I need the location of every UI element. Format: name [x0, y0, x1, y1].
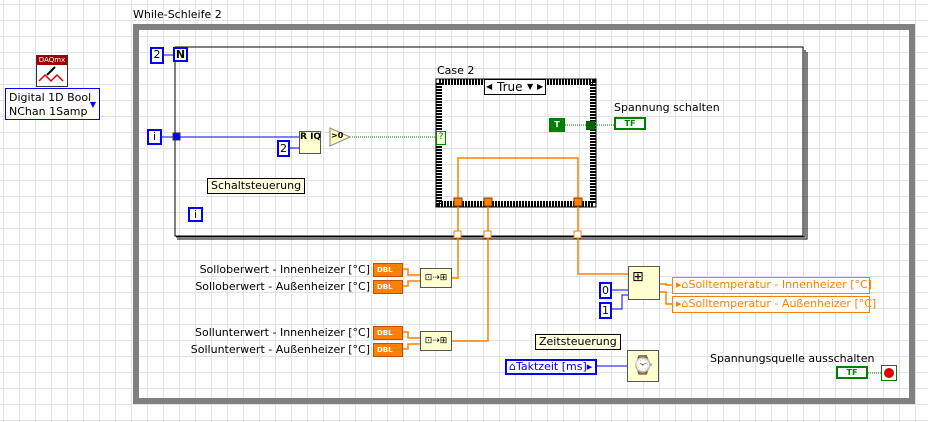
watch-icon: ⌚: [631, 355, 655, 376]
for-loop-tunnel: [172, 132, 181, 141]
case-selector[interactable]: ◀ True ▼ ▶: [484, 79, 546, 95]
loop-count-constant[interactable]: 2: [150, 47, 164, 64]
switch-indicator-label: Spannung schalten: [614, 101, 720, 114]
dropdown-arrow-icon: ▼: [89, 100, 96, 109]
local-variable-icon: ▸⌂: [676, 297, 689, 310]
control-label: Solloberwert - Innenheizer [°C]: [199, 263, 370, 276]
case-structure-frame: [436, 79, 596, 207]
compare-label: >0: [331, 131, 344, 140]
control-solloberwert-aussen[interactable]: DBL: [373, 280, 403, 294]
control-solloberwert-innen[interactable]: DBL: [373, 263, 403, 277]
control-sollunterwert-innen[interactable]: DBL: [373, 326, 403, 340]
control-label: Solloberwert - Außenheizer [°C]: [195, 280, 370, 293]
comment-schaltsteuerung: Schaltsteuerung: [207, 178, 306, 194]
for-iteration-terminal: i: [188, 207, 203, 222]
stop-boolean[interactable]: TF: [836, 366, 868, 379]
quotient-remainder-node[interactable]: R IQ: [299, 131, 321, 154]
loop-condition-terminal[interactable]: [881, 365, 897, 381]
dropdown-arrow-icon[interactable]: ▼: [527, 80, 533, 94]
daqmx-write-vi-icon[interactable]: DAQmx: [36, 55, 68, 87]
local-variable-icon: ▸⌂: [676, 278, 689, 291]
decrement-arrow-icon[interactable]: ◀: [486, 80, 492, 94]
control-label: Sollunterwert - Innenheizer [°C]: [195, 326, 370, 339]
switch-indicator[interactable]: TF: [614, 117, 646, 130]
index-1-constant[interactable]: 1: [599, 302, 612, 319]
while-iteration-terminal: i: [147, 129, 162, 145]
indicator-solltemperatur-innen[interactable]: ▸⌂Solltemperatur - Innenheizer [°C]: [672, 277, 872, 294]
taktzeit-control[interactable]: ⌂Taktzeit [ms]▸: [505, 359, 597, 375]
index-0-constant[interactable]: 0: [599, 282, 612, 299]
wait-ms-node[interactable]: ⌚: [627, 350, 659, 382]
count-terminal: N: [173, 47, 188, 62]
while-loop-label: While-Schleife 2: [133, 8, 222, 21]
build-array-node-2[interactable]: ⊡⇢⊞: [420, 331, 452, 351]
polymorphic-selector-ring[interactable]: Digital 1D Bool NChan 1Samp ▼: [5, 88, 100, 120]
for-loop-frame: [174, 46, 804, 237]
build-array-icon: ⊡⇢⊞: [424, 336, 448, 346]
array-icon: ⊞: [632, 269, 644, 285]
increment-arrow-icon[interactable]: ▶: [537, 80, 543, 94]
waveform-pencil-icon: [38, 66, 64, 83]
comment-zeitsteuerung: Zeitsteuerung: [535, 334, 621, 350]
local-variable-icon: ⌂: [509, 360, 516, 373]
case-output-tunnel: [586, 121, 595, 130]
control-sollunterwert-aussen[interactable]: DBL: [373, 343, 403, 357]
stop-label: Spannungsquelle ausschalten: [710, 352, 875, 365]
build-array-node-1[interactable]: ⊡⇢⊞: [420, 268, 452, 288]
indicator-solltemperatur-aussen[interactable]: ▸⌂Solltemperatur - Außenheizer [°C]: [672, 296, 876, 313]
control-label: Sollunterwert - Außenheizer [°C]: [190, 343, 370, 356]
true-constant[interactable]: T: [549, 118, 565, 132]
stop-icon: [884, 368, 894, 378]
case-label: Case 2: [437, 64, 475, 77]
build-array-icon: ⊡⇢⊞: [424, 273, 448, 283]
divisor-constant[interactable]: 2: [277, 140, 290, 157]
index-array-node[interactable]: ⊞: [628, 266, 660, 300]
case-selector-terminal: ?: [436, 131, 446, 145]
